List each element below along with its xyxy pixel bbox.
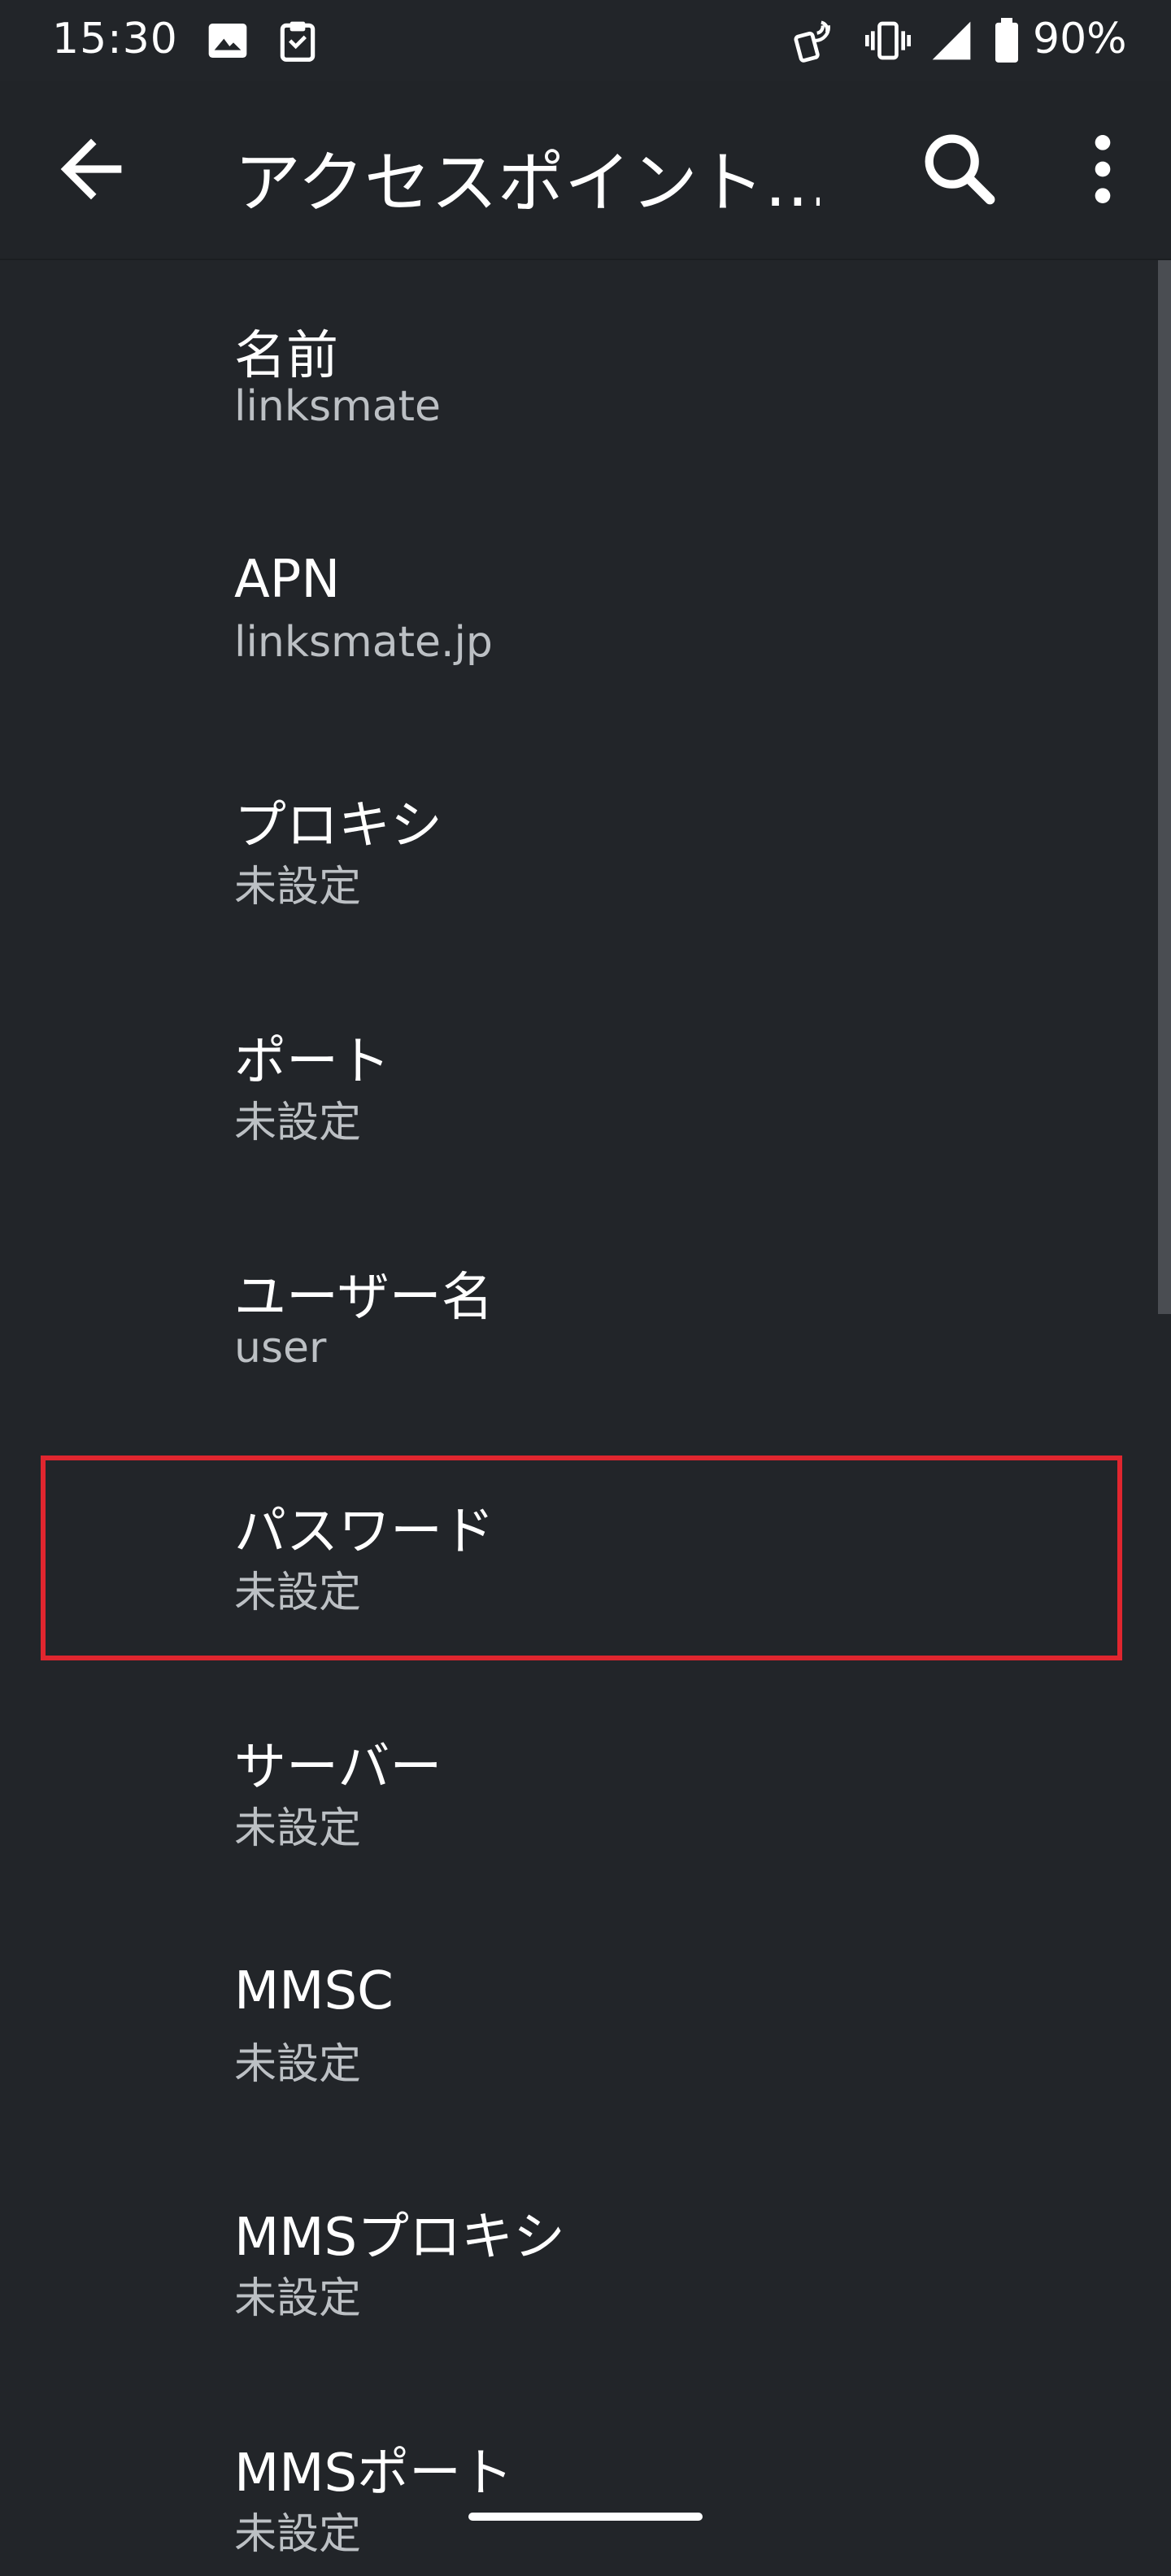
pref-title: ユーザー名 (234, 1268, 494, 1328)
pref-item-mms-proxy[interactable]: MMSプロキシ 未設定 (0, 2142, 1155, 2378)
pref-title: プロキシ (234, 796, 442, 856)
pref-item-username[interactable]: ユーザー名 user (0, 1202, 1155, 1438)
pref-item-server[interactable]: サーバー 未設定 (0, 1672, 1155, 1908)
clipboard-icon (280, 21, 316, 62)
pref-summary: 未設定 (234, 1099, 362, 1147)
pref-item-apn[interactable]: APN linksmate.jp (0, 496, 1155, 732)
pref-item-name[interactable]: 名前 linksmate (0, 260, 1155, 496)
pref-summary: linksmate (234, 382, 441, 431)
search-icon[interactable] (914, 124, 1005, 215)
app-bar: アクセスポイント… (0, 81, 1171, 259)
pref-title: MMSポート (234, 2443, 514, 2504)
arrow-back-icon[interactable] (46, 124, 137, 215)
pref-summary: 未設定 (234, 1804, 362, 1853)
pref-summary: user (234, 1324, 327, 1373)
pref-title: サーバー (234, 1738, 442, 1798)
pref-title: パスワード (234, 1502, 494, 1562)
status-bar: 15:30 90% (0, 0, 1171, 81)
pref-summary: 未設定 (234, 863, 362, 912)
pref-summary: 未設定 (234, 2510, 362, 2559)
pref-title: ポート (234, 1032, 390, 1092)
pref-title: MMSプロキシ (234, 2208, 566, 2268)
vibrate-icon (865, 21, 911, 60)
gesture-nav-bar[interactable] (468, 2513, 703, 2521)
pref-item-port[interactable]: ポート 未設定 (0, 966, 1155, 1202)
scrollbar[interactable] (1158, 260, 1171, 1314)
status-time: 15:30 (52, 15, 178, 63)
image-icon (208, 24, 247, 58)
pref-item-password[interactable]: パスワード 未設定 (0, 1436, 1155, 1672)
pref-item-proxy[interactable]: プロキシ 未設定 (0, 730, 1155, 966)
pref-summary: 未設定 (234, 1569, 362, 1617)
signal-icon (932, 21, 971, 60)
pref-summary: 未設定 (234, 2274, 362, 2323)
screen: 15:30 90% アクセスポイント… 名前 linksmate APN lin… (0, 0, 1171, 2576)
page-title: アクセスポイント… (234, 145, 820, 222)
pref-title: 名前 (234, 326, 338, 386)
battery-icon (995, 18, 1018, 63)
more-vert-icon[interactable] (1057, 124, 1148, 215)
nfc-icon (794, 20, 830, 63)
pref-item-mmsc[interactable]: MMSC 未設定 (0, 1908, 1155, 2143)
pref-item-mms-port[interactable]: MMSポート 未設定 (0, 2378, 1155, 2576)
pref-title: APN (234, 550, 341, 610)
pref-summary: 未設定 (234, 2040, 362, 2089)
pref-summary: linksmate.jp (234, 618, 493, 667)
battery-percent: 90% (1033, 15, 1127, 63)
pref-title: MMSC (234, 1961, 394, 2021)
